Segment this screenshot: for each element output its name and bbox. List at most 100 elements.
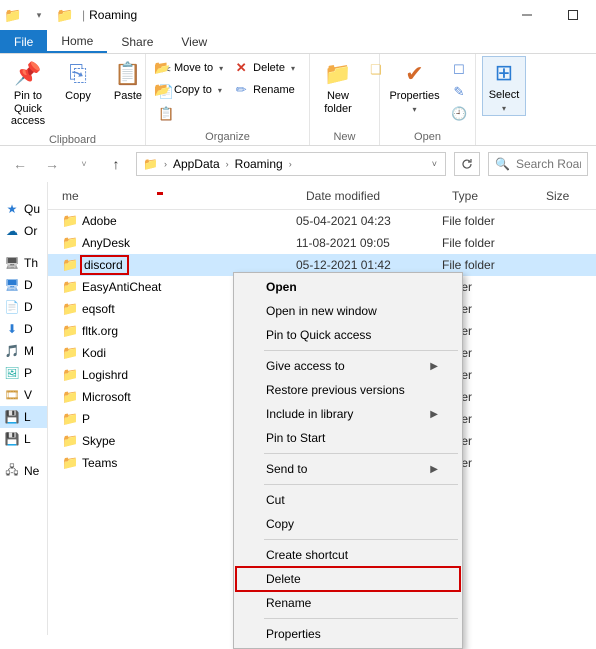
history-button[interactable]: 🕘 bbox=[449, 104, 469, 124]
menu-item-properties[interactable]: Properties bbox=[236, 622, 460, 646]
table-row[interactable]: 📁AnyDesk11-08-2021 09:05File folder bbox=[48, 232, 596, 254]
copy-button[interactable]: ⎘ Copy bbox=[56, 56, 100, 107]
breadcrumb[interactable]: AppData bbox=[169, 157, 224, 171]
paste-button[interactable]: 📋 Paste bbox=[106, 56, 150, 107]
nav-tree-item[interactable]: 🖥D bbox=[0, 274, 47, 296]
nav-item-icon: 🎵 bbox=[4, 344, 20, 358]
menu-item-open[interactable]: Open bbox=[236, 275, 460, 299]
nav-tree-item[interactable]: ⬇D bbox=[0, 318, 47, 340]
folder-icon: 📁 bbox=[62, 433, 76, 449]
nav-item-label: M bbox=[24, 344, 34, 358]
menu-item-pin-to-quick-access[interactable]: Pin to Quick access bbox=[236, 323, 460, 347]
tab-view[interactable]: View bbox=[167, 30, 221, 53]
menu-item-open-in-new-window[interactable]: Open in new window bbox=[236, 299, 460, 323]
nav-up-button[interactable]: ↑ bbox=[104, 152, 128, 176]
nav-item-label: Th bbox=[24, 256, 38, 270]
move-to-button[interactable]: 📂Move to▾ bbox=[152, 58, 225, 78]
file-name: Kodi bbox=[82, 346, 106, 360]
window-title: Roaming bbox=[89, 8, 137, 22]
copy-icon: ⎘ bbox=[69, 60, 87, 88]
nav-back-button[interactable]: ← bbox=[8, 152, 32, 176]
chevron-down-icon[interactable]: ˅ bbox=[426, 159, 443, 169]
menu-item-include-in-library[interactable]: Include in library▶ bbox=[236, 402, 460, 426]
maximize-button[interactable] bbox=[550, 0, 596, 30]
nav-tree-item[interactable]: 🎵M bbox=[0, 340, 47, 362]
new-folder-button[interactable]: 📁 New folder bbox=[316, 56, 360, 119]
open-button[interactable]: ☐ bbox=[449, 60, 469, 80]
menu-item-delete[interactable]: Delete bbox=[236, 567, 460, 591]
copy-to-button[interactable]: 📂Copy to▾ bbox=[152, 80, 225, 100]
menu-item-give-access-to[interactable]: Give access to ▶ bbox=[236, 354, 460, 378]
menu-item-rename[interactable]: Rename bbox=[236, 591, 460, 615]
nav-forward-button[interactable]: → bbox=[40, 152, 64, 176]
column-name[interactable]: me bbox=[48, 189, 296, 203]
menu-item-label: Give access to bbox=[266, 359, 345, 373]
nav-tree-item[interactable]: 🖼P bbox=[0, 362, 47, 384]
menu-item-restore-previous-versions[interactable]: Restore previous versions bbox=[236, 378, 460, 402]
nav-tree-item[interactable]: 📄D bbox=[0, 296, 47, 318]
menu-item-cut[interactable]: Cut bbox=[236, 488, 460, 512]
search-input[interactable] bbox=[516, 157, 581, 171]
menu-item-copy[interactable]: Copy bbox=[236, 512, 460, 536]
chevron-down-icon: ▾ bbox=[218, 86, 222, 95]
pin-quick-access-button[interactable]: 📌 Pin to Quick access bbox=[6, 56, 50, 132]
rename-button[interactable]: ✏Rename bbox=[231, 80, 297, 100]
tab-home[interactable]: Home bbox=[47, 30, 107, 53]
file-name: discord bbox=[80, 255, 129, 275]
delete-button[interactable]: ✕Delete▾ bbox=[231, 58, 297, 78]
moveto-icon: 📂 bbox=[154, 60, 170, 76]
file-type: File folder bbox=[442, 236, 536, 250]
menu-item-label: Pin to Quick access bbox=[266, 328, 371, 342]
table-row[interactable]: 📁Adobe05-04-2021 04:23File folder bbox=[48, 210, 596, 232]
nav-tree-item[interactable]: 💾L bbox=[0, 428, 47, 450]
column-date[interactable]: Date modified bbox=[296, 189, 442, 203]
file-name: EasyAntiCheat bbox=[82, 280, 161, 294]
nav-recent-button[interactable]: ˅ bbox=[72, 152, 96, 176]
menu-item-label: Rename bbox=[266, 596, 311, 610]
nav-tree-item[interactable]: 🖥Th bbox=[0, 252, 47, 274]
chevron-right-icon[interactable]: › bbox=[289, 159, 292, 169]
navigation-pane[interactable]: ★Qu☁Or🖥Th🖥D📄D⬇D🎵M🖼P🎞V💾L💾L🖧Ne bbox=[0, 182, 48, 635]
nav-tree-item[interactable]: 🖧Ne bbox=[0, 460, 47, 482]
breadcrumb[interactable]: Roaming bbox=[231, 157, 287, 171]
chevron-right-icon[interactable]: › bbox=[164, 159, 167, 169]
chevron-right-icon[interactable]: › bbox=[226, 159, 229, 169]
menu-separator bbox=[264, 453, 458, 454]
nav-tree-item[interactable]: 🎞V bbox=[0, 384, 47, 406]
nav-tree-item[interactable]: ☁Or bbox=[0, 220, 47, 242]
minimize-button[interactable] bbox=[504, 0, 550, 30]
menu-item-label: Open bbox=[266, 280, 297, 294]
folder-icon: 📁 bbox=[62, 389, 76, 405]
nav-item-icon: ☁ bbox=[4, 224, 20, 238]
file-name: fltk.org bbox=[82, 324, 118, 338]
refresh-button[interactable] bbox=[454, 152, 480, 176]
new-folder-icon: 📁 bbox=[324, 60, 351, 88]
nav-tree-item[interactable]: 💾L bbox=[0, 406, 47, 428]
delete-x-icon: ✕ bbox=[233, 60, 249, 76]
tab-share[interactable]: Share bbox=[107, 30, 167, 53]
menu-item-pin-to-start[interactable]: Pin to Start bbox=[236, 426, 460, 450]
search-icon: 🔍 bbox=[495, 157, 510, 171]
properties-button[interactable]: ✔ Properties ▾ bbox=[386, 56, 443, 118]
tab-file[interactable]: File bbox=[0, 30, 47, 53]
menu-item-create-shortcut[interactable]: Create shortcut bbox=[236, 543, 460, 567]
folder-icon: 📁 bbox=[62, 279, 76, 295]
folder-icon: 📁 bbox=[62, 213, 76, 229]
nav-tree-item[interactable]: ★Qu bbox=[0, 198, 47, 220]
menu-item-send-to[interactable]: Send to▶ bbox=[236, 457, 460, 481]
folder-icon: 📁 bbox=[62, 345, 76, 361]
context-menu: Open Open in new window Pin to Quick acces… bbox=[233, 272, 463, 649]
chevron-right-icon: ▶ bbox=[430, 361, 438, 372]
qat-chevron-icon[interactable]: ▾ bbox=[28, 4, 50, 26]
search-box[interactable]: 🔍 bbox=[488, 152, 588, 176]
chevron-right-icon: ▶ bbox=[430, 409, 438, 420]
file-date: 05-04-2021 04:23 bbox=[296, 214, 442, 228]
edit-button[interactable]: ✎ bbox=[449, 82, 469, 102]
column-type[interactable]: Type bbox=[442, 189, 536, 203]
select-button[interactable]: ⊞ Select ▾ bbox=[482, 56, 526, 116]
file-name: Skype bbox=[82, 434, 115, 448]
ribbon-tabs: File Home Share View bbox=[0, 30, 596, 54]
address-box[interactable]: 📁 › AppData › Roaming › ˅ bbox=[136, 152, 446, 176]
column-size[interactable]: Size bbox=[536, 189, 596, 203]
title-separator: | bbox=[82, 8, 85, 22]
